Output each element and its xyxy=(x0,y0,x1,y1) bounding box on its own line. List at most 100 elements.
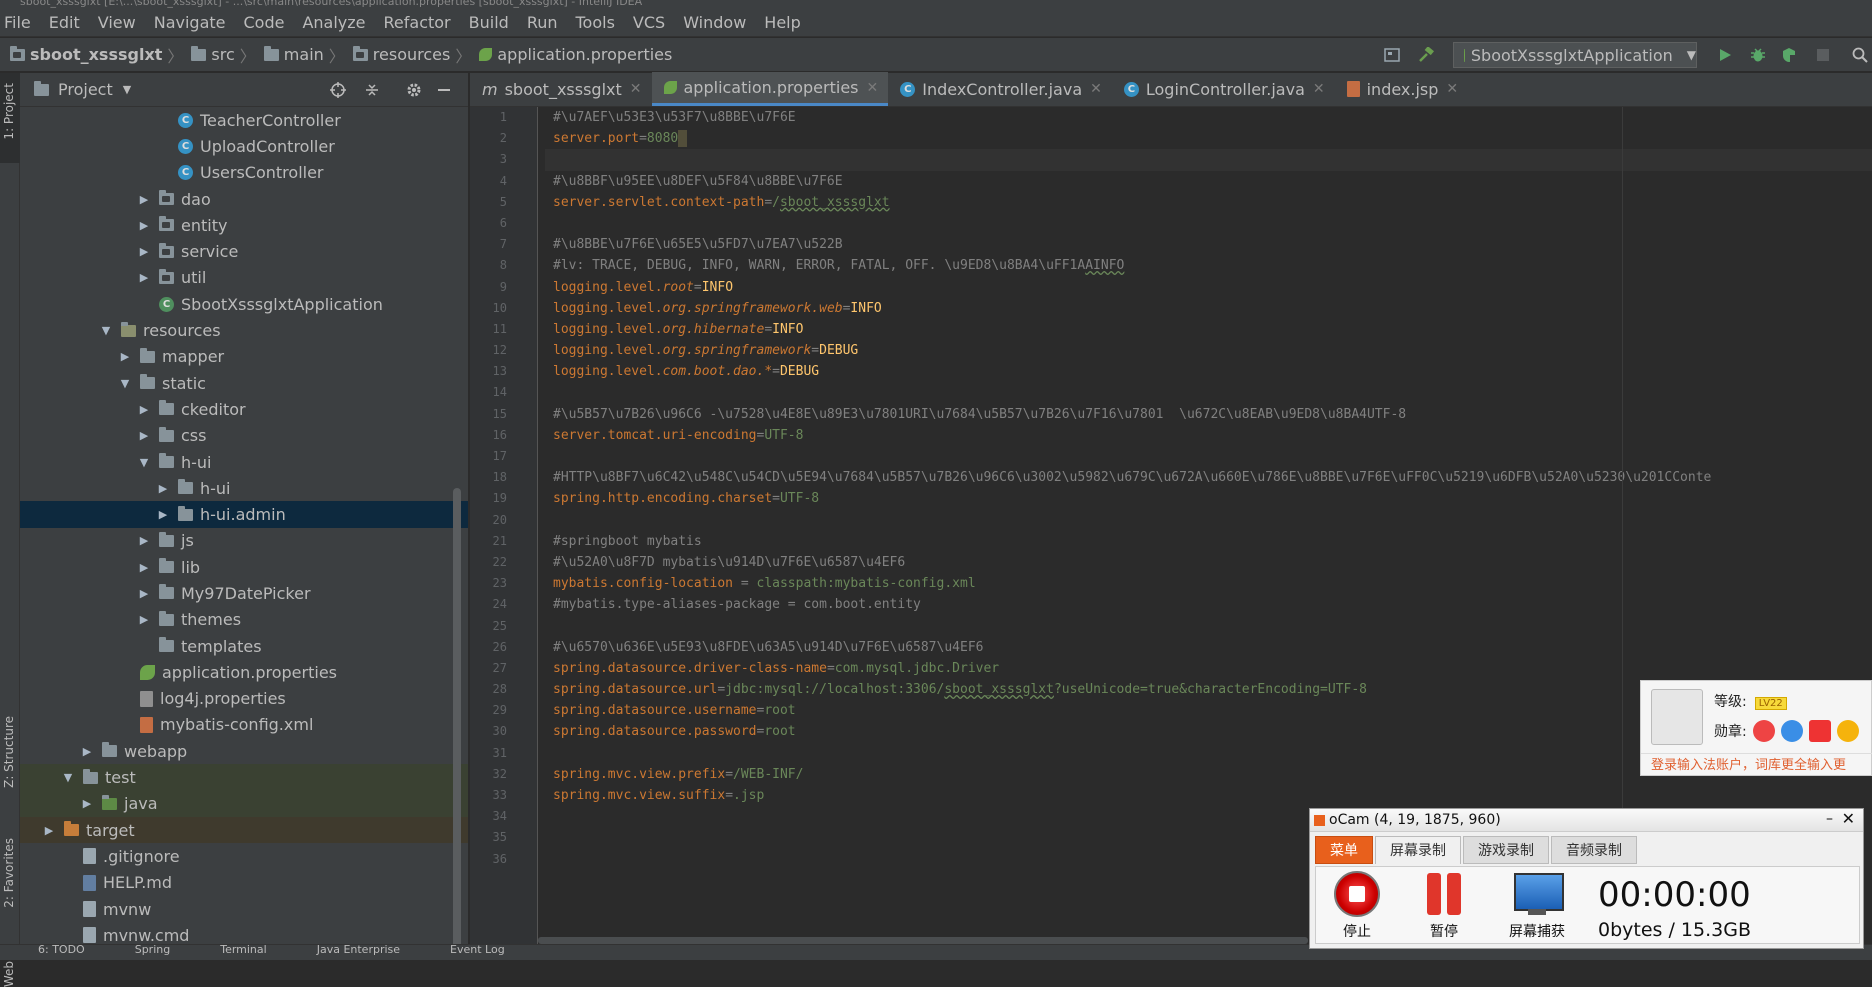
collapsed-arrow-icon[interactable]: ▶ xyxy=(137,403,151,416)
ocam-game-record-tab[interactable]: 游戏录制 xyxy=(1463,836,1549,864)
search-icon[interactable] xyxy=(1852,47,1868,63)
tree-item[interactable]: ▼ resources xyxy=(20,317,468,343)
code-line[interactable]: server.tomcat.uri-encoding=UTF-8 xyxy=(545,425,1872,446)
expanded-arrow-icon[interactable]: ▼ xyxy=(61,771,75,784)
collapsed-arrow-icon[interactable]: ▶ xyxy=(137,271,151,284)
minimize-icon[interactable]: – xyxy=(1826,811,1833,827)
breadcrumb-item[interactable]: main 〉 xyxy=(256,43,345,67)
editor-tab[interactable]: application.properties ✕ xyxy=(651,72,889,106)
tree-item[interactable]: ▶ java xyxy=(20,790,468,818)
tree-item[interactable]: log4j.properties xyxy=(20,686,468,712)
expanded-arrow-icon[interactable]: ▼ xyxy=(118,377,132,390)
tree-item[interactable]: mybatis-config.xml xyxy=(20,712,468,738)
code-line[interactable]: logging.level.org.springframework=DEBUG xyxy=(545,340,1872,361)
run-icon[interactable] xyxy=(1717,47,1733,63)
collapsed-arrow-icon[interactable]: ▶ xyxy=(137,561,151,574)
tree-item[interactable]: ▼ h-ui xyxy=(20,449,468,475)
menu-item-run[interactable]: Run xyxy=(518,9,567,37)
debug-icon[interactable] xyxy=(1750,47,1766,63)
collapsed-arrow-icon[interactable]: ▶ xyxy=(137,245,151,258)
code-line[interactable]: logging.level.com.boot.dao.*=DEBUG xyxy=(545,361,1872,382)
menu-item-vcs[interactable]: VCS xyxy=(624,9,674,37)
tree-item[interactable]: C SbootXsssglxtApplication xyxy=(20,291,468,317)
coverage-icon[interactable] xyxy=(1781,47,1797,63)
collapse-all-icon[interactable] xyxy=(364,82,380,98)
screen-capture-button[interactable]: 屏幕捕获 xyxy=(1497,871,1577,941)
tree-item[interactable]: ▶ entity xyxy=(20,212,468,238)
code-line[interactable]: #\u5B57\u7B26\u96C6 -\u7528\u4E8E\u89E3\… xyxy=(545,404,1872,425)
pause-button[interactable]: 暂停 xyxy=(1409,871,1479,941)
project-panel-title[interactable]: Project xyxy=(58,80,113,99)
tree-item[interactable]: HELP.md xyxy=(20,870,468,896)
project-tree-scrollbar[interactable] xyxy=(453,488,461,958)
breadcrumb-item[interactable]: sboot_xsssglxt 〉 xyxy=(2,43,183,67)
code-line[interactable]: #\u7AEF\u53E3\u53F7\u8BBE\u7F6E xyxy=(545,107,1872,128)
stop-button[interactable]: 停止 xyxy=(1322,871,1392,941)
tree-item[interactable]: ▶ service xyxy=(20,238,468,264)
breadcrumb-item[interactable]: resources 〉 xyxy=(345,43,471,67)
code-line[interactable] xyxy=(545,213,1872,234)
bottom-tool-1[interactable]: Spring xyxy=(135,945,171,955)
bottom-tool-0[interactable]: 6: TODO xyxy=(38,945,85,955)
collapsed-arrow-icon[interactable]: ▶ xyxy=(137,534,151,547)
code-line[interactable]: spring.mvc.view.suffix=.jsp xyxy=(545,785,1872,806)
locate-target-icon[interactable] xyxy=(330,82,346,98)
close-tab-icon[interactable]: ✕ xyxy=(630,81,642,97)
tree-item[interactable]: templates xyxy=(20,633,468,659)
tree-item[interactable]: .gitignore xyxy=(20,843,468,869)
collapsed-arrow-icon[interactable]: ▶ xyxy=(137,429,151,442)
tree-item[interactable]: C UsersController xyxy=(20,160,468,186)
code-line[interactable]: spring.http.encoding.charset=UTF-8 xyxy=(545,488,1872,509)
close-tab-icon[interactable]: ✕ xyxy=(1446,81,1458,97)
build-hammer-icon[interactable] xyxy=(1418,47,1434,63)
code-line[interactable]: mybatis.config-location = classpath:myba… xyxy=(545,573,1872,594)
tree-item[interactable]: ▼ test xyxy=(20,764,468,791)
editor-tab[interactable]: C IndexController.java ✕ xyxy=(888,72,1112,106)
tree-item[interactable]: ▶ h-ui.admin xyxy=(20,501,468,528)
tree-item[interactable]: ▶ mapper xyxy=(20,344,468,370)
hide-panel-icon[interactable] xyxy=(436,82,452,98)
collapsed-arrow-icon[interactable]: ▶ xyxy=(80,745,94,758)
code-line[interactable]: #lv: TRACE, DEBUG, INFO, WARN, ERROR, FA… xyxy=(545,255,1872,276)
close-tab-icon[interactable]: ✕ xyxy=(1313,81,1325,97)
menu-item-help[interactable]: Help xyxy=(755,9,809,37)
code-line[interactable]: logging.level.org.hibernate=INFO xyxy=(545,319,1872,340)
menu-item-tools[interactable]: Tools xyxy=(567,9,624,37)
code-line[interactable] xyxy=(545,510,1872,531)
menu-item-window[interactable]: Window xyxy=(674,9,755,37)
ocam-audio-record-tab[interactable]: 音频录制 xyxy=(1551,836,1637,864)
bottom-tool-4[interactable]: Event Log xyxy=(450,945,505,955)
collapsed-arrow-icon[interactable]: ▶ xyxy=(80,797,94,810)
code-line[interactable]: #\u6570\u636E\u5E93\u8FDE\u63A5\u914D\u7… xyxy=(545,637,1872,658)
breadcrumb-item[interactable]: application.properties xyxy=(471,45,672,64)
code-line[interactable]: #\u8BBE\u7F6E\u65E5\u5FD7\u7EA7\u522B xyxy=(545,234,1872,255)
menu-item-code[interactable]: Code xyxy=(235,9,294,37)
collapsed-arrow-icon[interactable]: ▶ xyxy=(137,587,151,600)
tree-item[interactable]: C TeacherController xyxy=(20,107,468,133)
code-line[interactable]: #HTTP\u8BF7\u6C42\u548C\u54CD\u5E94\u768… xyxy=(545,467,1872,488)
code-line[interactable] xyxy=(545,382,1872,403)
project-structure-icon[interactable] xyxy=(1384,47,1400,63)
tree-item[interactable]: mvnw xyxy=(20,896,468,922)
collapsed-arrow-icon[interactable]: ▶ xyxy=(42,824,56,837)
code-line[interactable]: server.port=8080 xyxy=(545,128,1872,149)
chevron-down-icon[interactable]: ▼ xyxy=(123,83,131,96)
menu-item-file[interactable]: File xyxy=(0,9,40,37)
tree-item[interactable]: ▶ js xyxy=(20,528,468,554)
tree-item[interactable]: ▶ lib xyxy=(20,554,468,580)
popup-footer-link[interactable]: 登录输入法账户，词库更全输入更 xyxy=(1641,753,1872,776)
tree-item[interactable]: ▶ target xyxy=(20,817,468,844)
stop-icon[interactable] xyxy=(1815,47,1831,63)
close-tab-icon[interactable]: ✕ xyxy=(867,80,879,96)
tree-item[interactable]: ▶ themes xyxy=(20,607,468,633)
editor-horizontal-scrollbar[interactable] xyxy=(538,937,1308,944)
ocam-screen-record-tab[interactable]: 屏幕录制 xyxy=(1375,836,1461,864)
collapsed-arrow-icon[interactable]: ▶ xyxy=(137,219,151,232)
code-line[interactable] xyxy=(545,616,1872,637)
tree-item[interactable]: application.properties xyxy=(20,659,468,685)
run-configuration-selector[interactable]: SbootXsssglxtApplication ▼ xyxy=(1453,42,1697,68)
tree-item[interactable]: ▶ My97DatePicker xyxy=(20,580,468,606)
editor-tab[interactable]: m sboot_xsssglxt ✕ xyxy=(470,72,652,106)
code-line[interactable]: spring.datasource.driver-class-name=com.… xyxy=(545,658,1872,679)
code-line[interactable]: #\u8BBF\u95EE\u8DEF\u5F84\u8BBE\u7F6E xyxy=(545,171,1872,192)
